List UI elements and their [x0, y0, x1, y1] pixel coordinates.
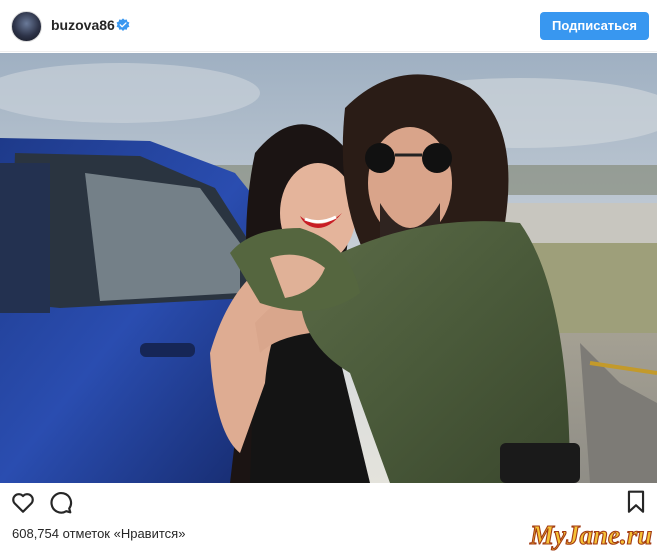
post-header: buzova86 Подписаться	[0, 0, 657, 52]
verified-badge-icon	[116, 18, 130, 31]
post-photo[interactable]	[0, 53, 657, 483]
watermark-text: MyJane.ru	[529, 520, 652, 550]
avatar[interactable]	[11, 11, 42, 42]
likes-label: отметок «Нравится»	[62, 526, 186, 541]
heart-icon[interactable]	[10, 489, 36, 515]
photo-image	[0, 53, 657, 483]
bookmark-icon[interactable]	[623, 489, 649, 515]
follow-button[interactable]: Подписаться	[540, 12, 649, 40]
likes-count[interactable]: 608,754 отметок «Нравится»	[12, 526, 185, 541]
likes-number: 608,754	[12, 526, 59, 541]
username-link[interactable]: buzova86	[51, 17, 115, 33]
watermark-logo: MyJane.ru	[528, 519, 652, 550]
comment-icon[interactable]	[47, 489, 73, 515]
